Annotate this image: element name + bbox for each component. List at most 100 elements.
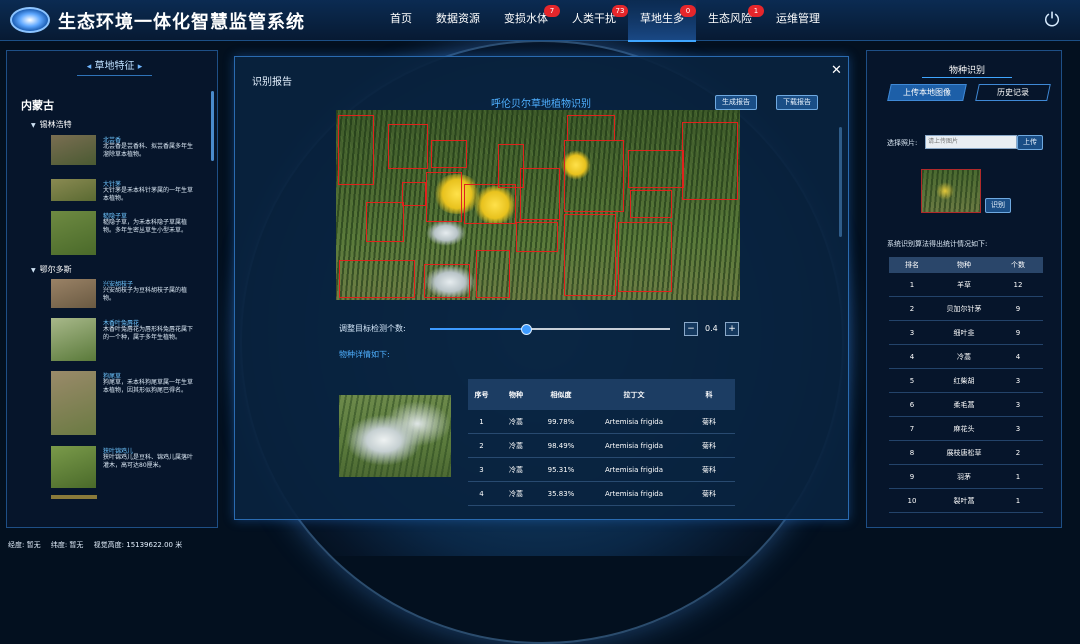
table-cell: 4 — [993, 344, 1043, 369]
list-item[interactable]: 大针茅 大针茅是禾本科针茅属的一年生草本植物。 — [51, 179, 201, 202]
table-row[interactable]: 8 展枝唐松草 2 — [889, 440, 1043, 465]
detection-box — [476, 250, 510, 298]
nav-badge: 7 — [544, 5, 560, 17]
tab-history[interactable]: 历史记录 — [975, 84, 1051, 101]
table-row[interactable]: 2 冷蒿 98.49% Artemisia frigida 菊科 — [468, 433, 735, 458]
table-cell: Artemisia frigida — [585, 481, 683, 506]
plant-description: 糙隐子草，为禾本科隐子草属植物。多年生密丛草生小型禾草。 — [103, 219, 188, 234]
list-item[interactable]: 狗尾草 狗尾草，禾本科狗尾草属一年生草本植物，因其形似狗尾巴得名。 — [51, 371, 201, 435]
table-cell: Artemisia frigida — [585, 457, 683, 482]
table-cell: 35.83% — [537, 481, 585, 506]
table-row[interactable]: 10 裂叶蒿 1 — [889, 488, 1043, 513]
table-row[interactable]: 4 冷蒿 4 — [889, 344, 1043, 369]
table-cell: 冷蒿 — [495, 481, 537, 506]
table-cell: 3 — [468, 457, 495, 482]
species-crop-image — [339, 395, 451, 477]
detection-photo — [336, 110, 740, 300]
table-cell: 羊草 — [935, 273, 993, 297]
table-cell: 冷蒿 — [495, 457, 537, 482]
nav-grassland[interactable]: 草地生多 0 — [628, 0, 696, 42]
decrement-button[interactable]: − — [684, 322, 698, 336]
nav-human-interference[interactable]: 人类干扰 73 — [560, 0, 628, 40]
table-cell: Artemisia frigida — [585, 410, 683, 434]
choose-photo-label: 选择照片: — [887, 139, 918, 147]
detection-box — [516, 222, 558, 252]
power-icon[interactable]: ⏻ — [1041, 9, 1063, 31]
group-header[interactable]: ▼ 鄂尔多斯 — [31, 264, 72, 275]
table-cell: 8 — [889, 440, 935, 465]
nav-badge: 1 — [748, 5, 764, 17]
table-cell: 3 — [993, 416, 1043, 441]
nav-water-bodies[interactable]: 变损水体 7 — [492, 0, 560, 40]
column-header: 物种 — [495, 379, 537, 410]
plant-description: 狭叶锦鸡儿是豆科、锦鸡儿属落叶灌木，高可达80厘米。 — [103, 454, 194, 469]
table-cell: 麻花头 — [935, 416, 993, 441]
nav-home[interactable]: 首页 — [378, 0, 424, 40]
list-item[interactable]: 木香叶兔唇花 木香叶兔唇花为唇形科兔唇花属下的一个种，属于多年生植物。 — [51, 318, 201, 361]
detection-box — [682, 122, 738, 200]
nav-badge: 73 — [612, 5, 628, 17]
increment-button[interactable]: + — [725, 322, 739, 336]
table-cell: 冷蒿 — [495, 433, 537, 458]
divider — [922, 77, 1012, 78]
table-cell: 95.31% — [537, 457, 585, 482]
logo-icon — [10, 7, 50, 33]
nav-ecological-risk[interactable]: 生态风险 1 — [696, 0, 764, 40]
table-cell: 9 — [993, 296, 1043, 321]
table-row[interactable]: 1 羊草 12 — [889, 273, 1043, 297]
table-row[interactable]: 2 贝加尔针茅 9 — [889, 296, 1043, 321]
plant-thumbnail — [51, 318, 96, 361]
slider-label: 调整目标检测个数: — [339, 324, 406, 333]
list-item[interactable]: 兴安胡枝子 兴安胡枝子为豆科胡枝子属的植物。 — [51, 279, 201, 308]
detection-box — [388, 124, 428, 169]
table-row[interactable]: 4 冷蒿 35.83% Artemisia frigida 菊科 — [468, 481, 735, 506]
chevron-right-icon[interactable]: ▸ — [138, 62, 143, 72]
detection-count-slider[interactable] — [430, 324, 670, 335]
status-bar: 经度: 暂无 纬度: 暂无 视觉高度: 15139622.00 米 — [8, 540, 190, 550]
plant-thumbnail — [51, 211, 96, 255]
dialog-title: 识别报告 — [252, 77, 292, 88]
scrollbar[interactable] — [211, 91, 214, 161]
detection-box — [630, 190, 672, 218]
table-row[interactable]: 1 冷蒿 99.78% Artemisia frigida 菊科 — [468, 410, 735, 434]
table-row[interactable]: 3 冷蒿 95.31% Artemisia frigida 菊科 — [468, 457, 735, 482]
detection-box — [618, 222, 672, 292]
latitude-readout: 纬度: 暂无 — [50, 541, 84, 549]
chevron-left-icon[interactable]: ◂ — [87, 62, 92, 72]
close-icon[interactable]: ✕ — [831, 63, 842, 78]
identify-button[interactable]: 识别 — [985, 198, 1011, 213]
table-row[interactable]: 6 柔毛蒿 3 — [889, 392, 1043, 417]
table-cell: 羽茅 — [935, 464, 993, 489]
upload-button[interactable]: 上传 — [1017, 135, 1043, 150]
detection-box — [431, 140, 467, 168]
column-header: 物种 — [935, 257, 993, 273]
plant-thumbnail — [51, 371, 96, 435]
nav-badge: 0 — [680, 5, 696, 17]
list-item[interactable]: 糙隐子草 糙隐子草，为禾本科隐子草属植物。多年生密丛草生小型禾草。 — [51, 211, 201, 255]
list-item[interactable]: 狭叶锦鸡儿 狭叶锦鸡儿是豆科、锦鸡儿属落叶灌木，高可达80厘米。 — [51, 446, 201, 488]
scrollbar[interactable] — [839, 127, 842, 237]
table-cell: 99.78% — [537, 410, 585, 434]
list-item[interactable]: 北芸香 北芸香是芸香科、拟芸香属多年生溜除草本植物。 — [51, 135, 201, 165]
photo-title: 呼伦贝尔草地植物识别 — [491, 99, 591, 110]
nav-data-resources[interactable]: 数据资源 — [424, 0, 492, 40]
detection-box — [628, 150, 684, 188]
table-row[interactable]: 9 羽茅 1 — [889, 464, 1043, 489]
slider-handle[interactable] — [521, 324, 532, 335]
plant-description: 北芸香是芸香科、拟芸香属多年生溜除草本植物。 — [103, 143, 194, 158]
detection-box — [339, 260, 415, 298]
longitude-readout: 经度: 暂无 — [8, 541, 41, 549]
photo-file-input[interactable] — [925, 135, 1017, 149]
column-header: 序号 — [468, 379, 495, 410]
download-report-button[interactable]: 下载报告 — [776, 95, 818, 110]
detection-box — [402, 182, 426, 206]
table-cell: 裂叶蒿 — [935, 488, 993, 513]
table-row[interactable]: 5 红柴胡 3 — [889, 368, 1043, 393]
generate-report-button[interactable]: 生成报告 — [715, 95, 757, 110]
group-header[interactable]: ▼ 锡林浩特 — [31, 119, 72, 130]
tab-upload-local-image[interactable]: 上传本地图像 — [887, 84, 967, 101]
table-row[interactable]: 7 麻花头 3 — [889, 416, 1043, 441]
table-cell: 1 — [993, 488, 1043, 513]
table-row[interactable]: 3 细叶韭 9 — [889, 320, 1043, 345]
nav-operations[interactable]: 运维管理 — [764, 0, 832, 40]
